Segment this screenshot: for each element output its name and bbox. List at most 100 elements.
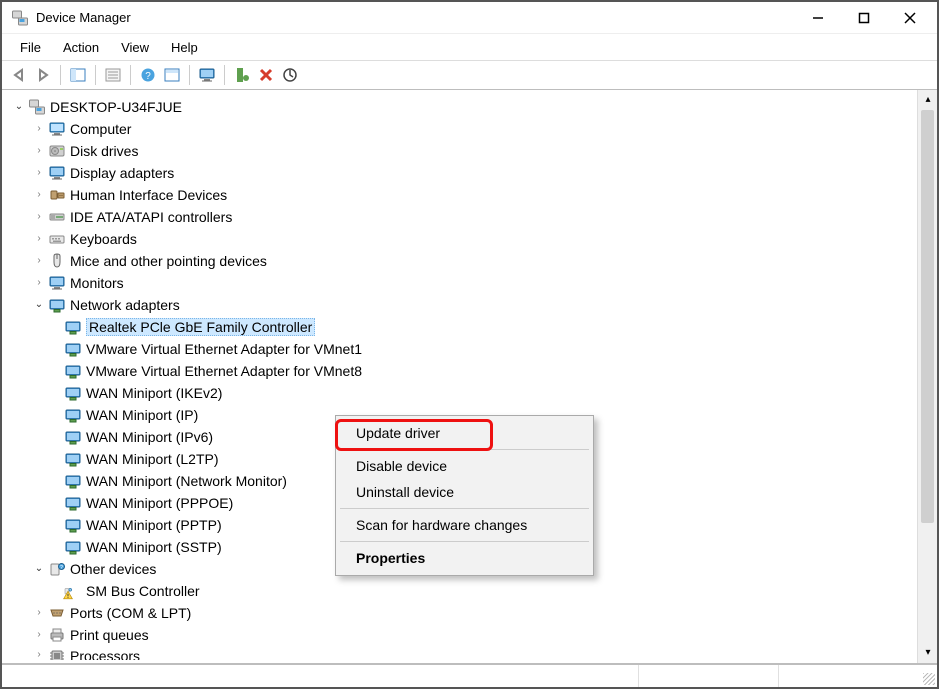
network-icon xyxy=(64,495,82,511)
tree-category-display[interactable]: › Display adapters xyxy=(2,162,917,184)
menu-action[interactable]: Action xyxy=(53,36,109,59)
forward-button[interactable] xyxy=(32,64,54,86)
monitor-icon xyxy=(48,275,66,291)
tree-device-label: WAN Miniport (PPPOE) xyxy=(86,495,233,511)
network-icon xyxy=(48,297,66,313)
properties-button[interactable] xyxy=(102,64,124,86)
uninstall-device-button[interactable] xyxy=(255,64,277,86)
menu-separator xyxy=(340,508,589,509)
context-menu-item[interactable]: Update driver xyxy=(338,420,591,446)
tree-category-label: Computer xyxy=(70,121,131,137)
help-button[interactable]: ? xyxy=(137,64,159,86)
resize-grip[interactable] xyxy=(919,665,937,687)
tree-category-ports[interactable]: ›Ports (COM & LPT) xyxy=(2,602,917,624)
enable-device-button[interactable] xyxy=(231,64,253,86)
menu-bar: File Action View Help xyxy=(2,34,937,60)
tree-root[interactable]: ⌄ DESKTOP-U34FJUE xyxy=(2,96,917,118)
scan-for-changes-button[interactable] xyxy=(279,64,301,86)
tree-category-print[interactable]: ›Print queues xyxy=(2,624,917,646)
menu-help[interactable]: Help xyxy=(161,36,208,59)
scroll-up-button[interactable]: ▴ xyxy=(918,90,937,110)
tree-device-label: WAN Miniport (PPTP) xyxy=(86,517,222,533)
expand-arrow-icon[interactable]: › xyxy=(32,144,46,158)
device-tree[interactable]: ⌄DESKTOP-U34FJUE›Computer›Disk drives›Di… xyxy=(2,90,917,663)
scroll-thumb[interactable] xyxy=(921,110,934,523)
tree-category-hid[interactable]: ›Human Interface Devices xyxy=(2,184,917,206)
cpu-icon xyxy=(48,648,66,660)
tree-device[interactable]: VMware Virtual Ethernet Adapter for VMne… xyxy=(2,360,917,382)
menu-separator xyxy=(340,541,589,542)
maximize-button[interactable] xyxy=(841,3,887,33)
tree-device[interactable]: SM Bus Controller xyxy=(2,580,917,602)
expand-arrow-icon[interactable]: › xyxy=(32,188,46,202)
network-icon xyxy=(64,341,82,357)
context-menu: Update driver Disable deviceUninstall dev… xyxy=(335,415,594,576)
ide-icon xyxy=(48,209,66,225)
menu-separator xyxy=(340,449,589,450)
tree-device-label: WAN Miniport (L2TP) xyxy=(86,451,219,467)
context-menu-item[interactable]: Uninstall device xyxy=(338,479,591,505)
tree-category-label: Monitors xyxy=(70,275,124,291)
tree-category-computer[interactable]: › Computer xyxy=(2,118,917,140)
expand-arrow-icon[interactable]: › xyxy=(32,210,46,224)
context-menu-item[interactable]: Properties xyxy=(338,545,591,571)
update-driver-button[interactable] xyxy=(196,64,218,86)
tree-device-label: SM Bus Controller xyxy=(86,583,200,599)
menu-file[interactable]: File xyxy=(10,36,51,59)
tree-category-label: IDE ATA/ATAPI controllers xyxy=(70,209,232,225)
back-button[interactable] xyxy=(8,64,30,86)
expand-arrow-icon[interactable]: › xyxy=(32,648,46,660)
expand-arrow-icon[interactable]: › xyxy=(32,122,46,136)
expand-arrow-icon[interactable]: › xyxy=(32,254,46,268)
context-menu-item[interactable]: Scan for hardware changes xyxy=(338,512,591,538)
status-pane-2 xyxy=(639,665,779,687)
vertical-scrollbar[interactable]: ▴ ▾ xyxy=(917,90,937,663)
close-button[interactable] xyxy=(887,3,933,33)
expand-arrow-icon[interactable]: › xyxy=(32,628,46,642)
tree-category-mouse[interactable]: › Mice and other pointing devices xyxy=(2,250,917,272)
tree-category-monitors[interactable]: › Monitors xyxy=(2,272,917,294)
tree-category-network[interactable]: ⌄Network adapters xyxy=(2,294,917,316)
expand-arrow-icon[interactable]: ⌄ xyxy=(32,562,46,576)
scroll-down-button[interactable]: ▾ xyxy=(918,643,937,663)
printer-icon xyxy=(48,627,66,643)
tree-device-label: WAN Miniport (IPv6) xyxy=(86,429,213,445)
expand-arrow-icon[interactable]: › xyxy=(32,606,46,620)
tree-root-label: DESKTOP-U34FJUE xyxy=(50,99,182,115)
computer-icon xyxy=(48,121,66,137)
content-area: ⌄DESKTOP-U34FJUE›Computer›Disk drives›Di… xyxy=(2,90,937,663)
title-bar: Device Manager xyxy=(2,2,937,34)
window-title: Device Manager xyxy=(34,10,131,25)
tree-device-label: WAN Miniport (IKEv2) xyxy=(86,385,222,401)
scan-hardware-button[interactable] xyxy=(161,64,183,86)
status-bar xyxy=(2,663,937,687)
other-icon xyxy=(64,583,82,599)
show-hide-console-tree-button[interactable] xyxy=(67,64,89,86)
tree-device[interactable]: WAN Miniport (IKEv2) xyxy=(2,382,917,404)
expand-arrow-icon[interactable]: ⌄ xyxy=(32,298,46,312)
expand-arrow-icon[interactable]: › xyxy=(32,276,46,290)
svg-text:?: ? xyxy=(145,71,151,82)
tree-category-label: Keyboards xyxy=(70,231,137,247)
status-pane-3 xyxy=(779,665,919,687)
tree-category-ide[interactable]: › IDE ATA/ATAPI controllers xyxy=(2,206,917,228)
expand-arrow-icon[interactable]: ⌄ xyxy=(12,100,26,114)
tree-category-proc[interactable]: ›Processors xyxy=(2,646,917,660)
tree-category-label: Mice and other pointing devices xyxy=(70,253,267,269)
tree-category-disk[interactable]: ›Disk drives xyxy=(2,140,917,162)
tree-device-label: Realtek PCle GbE Family Controller xyxy=(86,318,315,336)
expand-arrow-icon[interactable]: › xyxy=(32,166,46,180)
tree-category-label: Display adapters xyxy=(70,165,174,181)
menu-view[interactable]: View xyxy=(111,36,159,59)
minimize-button[interactable] xyxy=(795,3,841,33)
tree-device[interactable]: Realtek PCle GbE Family Controller xyxy=(2,316,917,338)
expand-arrow-icon[interactable]: › xyxy=(32,232,46,246)
tree-device-label: VMware Virtual Ethernet Adapter for VMne… xyxy=(86,341,362,357)
tree-category-keyboard[interactable]: › Keyboards xyxy=(2,228,917,250)
display-icon xyxy=(48,165,66,181)
context-menu-item[interactable]: Disable device xyxy=(338,453,591,479)
tree-device[interactable]: VMware Virtual Ethernet Adapter for VMne… xyxy=(2,338,917,360)
computer-icon xyxy=(28,99,46,115)
network-icon xyxy=(64,517,82,533)
mouse-icon xyxy=(48,253,66,269)
